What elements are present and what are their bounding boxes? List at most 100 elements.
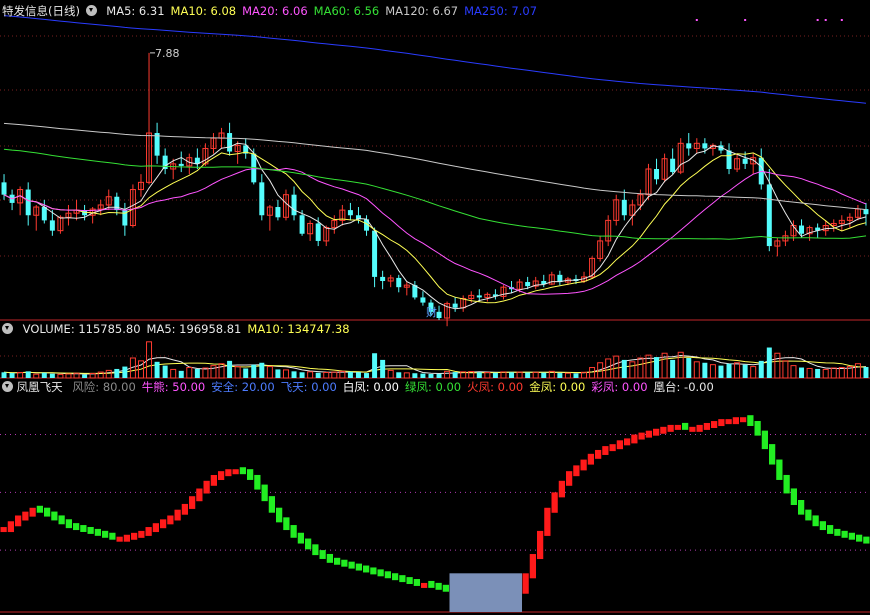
indicator-bar-rising [22,511,29,521]
indicator-bar-rising [529,554,536,579]
ma-legend-value: 7.07 [507,4,538,18]
indicator-bar-rising [689,426,696,432]
indicator-legend-value: 50.00 [168,380,206,394]
indicator-bar-falling [856,534,863,542]
indicator-bar-rising [580,459,587,471]
indicator-bar-rising [587,453,594,465]
candle-body-down [742,158,748,164]
volume-bar-down [799,367,805,378]
indicator-legend-item: 飞天: 0.00 [281,380,337,394]
legend-dropdown-icon[interactable] [85,5,97,16]
indicator-bar-rising [674,424,681,430]
indicator-bar-falling [384,571,391,579]
volume-bar-down [380,359,386,378]
indicator-bar-falling [413,579,420,586]
candle-body-down [476,295,482,298]
candle-body-down [452,303,458,308]
indicator-legend-label: 火凤: [467,380,494,394]
indicator-legend-label: 白凤: [342,380,370,394]
volume-bar-up [170,368,177,379]
indicator-bar-rising [624,438,631,446]
indicator-bar-rising [0,527,7,533]
indicator-bar-falling [783,474,790,494]
candle-body-down [291,194,297,216]
indicator-dropdown-icon[interactable] [2,381,13,392]
volume-bar-down [25,371,31,378]
indicator-bar-falling [65,519,72,529]
volume-bar-up [629,361,636,379]
indicator-bar-falling [761,430,768,450]
indicator-legend-label: 彩凤: [591,380,619,394]
indicator-bar-rising [203,480,210,494]
indicator-bar-rising [711,421,718,428]
indicator-bar-rising [631,434,638,444]
indicator-legend-label: 凰台: [653,380,681,394]
indicator-legend: 凤凰飞天 风险: 80.00 牛熊: 50.00 安全: 20.00 飞天: 0.00… [0,378,714,396]
indicator-bar-rising [645,430,652,438]
indicator-legend-value: 20.00 [238,380,275,394]
phoenix-indicator-bars [0,415,870,612]
indicator-bar-falling [276,507,283,523]
high-price-label: 7.88 [155,47,180,60]
indicator-bar-rising [131,532,138,540]
indicator-bar-falling [355,563,362,571]
candle-body-down [259,182,265,216]
volume-legend-item: MA5: 196958.81 [147,322,242,336]
indicator-bar-falling [312,544,319,556]
indicator-bar-rising [145,527,152,536]
indicator-bar-falling [392,573,399,581]
indicator-bar-rising [696,424,703,432]
indicator-legend-items: 风险: 80.00 牛熊: 50.00 安全: 20.00 飞天: 0.00 白凤: 0… [66,380,714,394]
financial-report-marker[interactable]: 财 [426,305,437,319]
indicator-bar-rising [196,488,203,502]
indicator-bar-rising [740,417,747,423]
ma-legend-value: 6.06 [278,4,308,18]
indicator-bar-rising [174,509,181,521]
volume-bar-up [444,370,451,379]
volume-bar-up [806,367,813,379]
candle-body-down [380,276,386,282]
indicator-bar-falling [790,488,797,505]
indicator-bar-falling [754,420,761,436]
indicator-bar-rising [616,440,623,450]
indicator-legend-item: 凰台: -0.00 [654,380,714,394]
indicator-legend-item: 金凤: 0.00 [529,380,585,394]
indicator-bar-rising [718,419,725,427]
indicator-legend-item: 白凤: 0.00 [343,380,399,394]
volume-bar-down [154,361,160,378]
indicator-bar-rising [660,426,667,434]
volume-bar-down [718,365,724,378]
candle-body-down [49,220,55,231]
indicator-legend-item: 绿凤: 0.00 [405,380,461,394]
indicator-legend-value: 0.00 [369,380,399,394]
volume-legend-value: 134747.38 [283,322,350,336]
volume-bar-up [782,360,789,379]
volume-bar-down [670,359,676,378]
volume-legend-label: VOLUME: [22,322,75,336]
indicator-bar-falling [769,444,776,465]
indicator-bar-rising [573,465,580,477]
volume-bar-up [709,364,716,379]
indicator-bar-rising [566,471,573,486]
volume-bar-up [774,352,781,379]
ma-legend-label: MA250: [464,4,508,18]
indicator-bar-rising [7,521,14,533]
ma-legend-item: MA10: 6.08 [171,4,237,18]
volume-bar-down [162,365,168,378]
indicator-bar-rising [15,515,22,527]
volume-bar-up [605,358,612,379]
volume-dropdown-icon[interactable] [2,323,13,334]
indicator-legend-value: 0.00 [493,380,524,394]
volume-legend-label: MA5: [146,322,176,336]
indicator-bar-falling [44,507,51,517]
indicator-bar-falling [326,553,333,563]
stock-title: 特发信息(日线) [2,4,80,18]
candle-body-down [670,158,676,173]
indicator-legend-value: -0.00 [680,380,714,394]
volume-legend-item: MA10: 134747.38 [247,322,349,336]
volume-bar-down [251,364,257,378]
volume-bar-down [194,368,200,378]
indicator-bar-rising [595,449,602,459]
ma-legend-label: MA60: [313,4,350,18]
volume-bar-up [838,367,845,379]
